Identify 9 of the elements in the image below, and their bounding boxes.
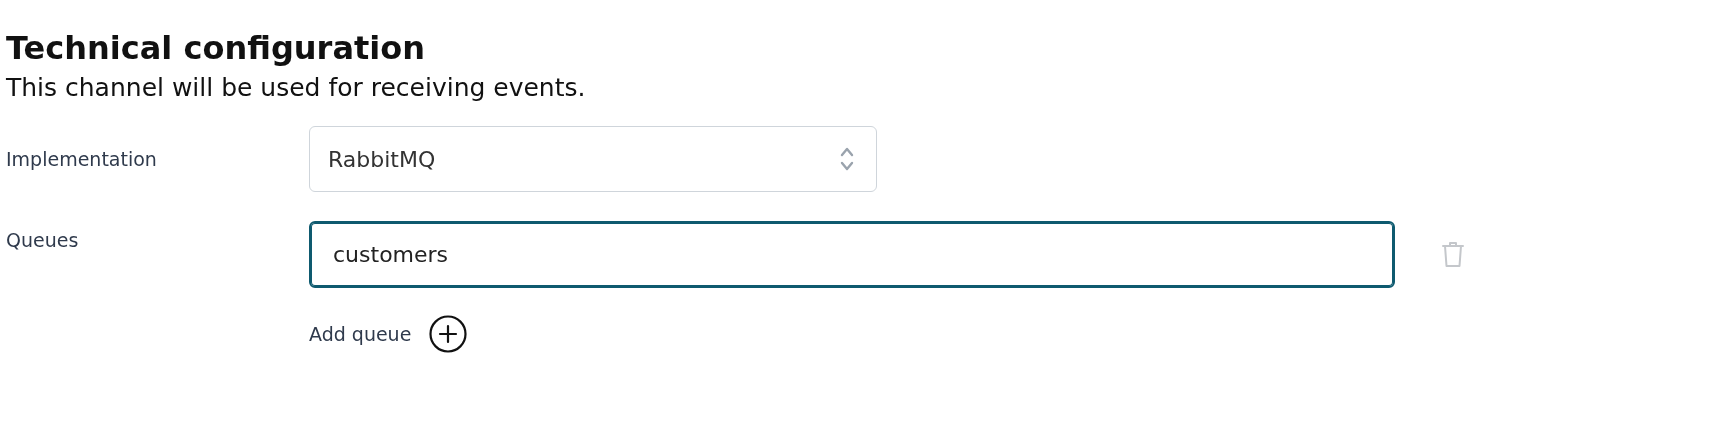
section-description: This channel will be used for receiving events. [6, 72, 587, 104]
queue-input[interactable]: customers [309, 221, 1395, 288]
field-label: Queues [6, 228, 80, 251]
implementation-select[interactable]: RabbitMQ [309, 126, 877, 192]
section-title: Technical configuration [6, 28, 426, 68]
add-queue-label: Add queue [309, 323, 412, 345]
add-icon[interactable] [429, 315, 468, 353]
field-label: Implementation [6, 148, 158, 170]
chevron-updown-icon [840, 146, 854, 172]
